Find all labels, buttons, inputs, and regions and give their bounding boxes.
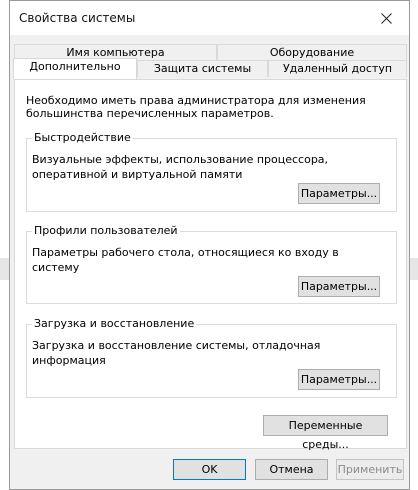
tab-system-protection[interactable]: Защита системы xyxy=(137,60,268,77)
performance-description: Визуальные эффекты, использование процес… xyxy=(32,153,329,181)
performance-title: Быстродействие xyxy=(32,131,133,145)
system-properties-dialog: Свойства системы Имя компьютера Оборудов… xyxy=(9,0,410,490)
ok-button[interactable]: OK xyxy=(173,459,246,480)
admin-notice: Необходимо иметь права администратора дл… xyxy=(26,94,366,120)
window-title: Свойства системы xyxy=(19,11,136,25)
background-window-left xyxy=(0,0,9,490)
background-window-right xyxy=(410,0,418,490)
startup-recovery-group: Загрузка и восстановление Загрузка и вос… xyxy=(26,317,397,398)
tab-advanced[interactable]: Дополнительно xyxy=(13,58,137,79)
close-button[interactable] xyxy=(363,1,409,35)
advanced-tab-panel: Необходимо иметь права администратора дл… xyxy=(14,79,407,451)
close-icon xyxy=(380,12,392,24)
background-highlight xyxy=(410,258,418,280)
performance-settings-button[interactable]: Параметры... xyxy=(298,183,380,204)
cancel-button[interactable]: Отмена xyxy=(255,459,328,480)
startup-recovery-description: Загрузка и восстановление системы, отлад… xyxy=(32,339,321,367)
background-highlight xyxy=(0,258,9,280)
user-profiles-title: Профили пользователей xyxy=(32,224,180,238)
tab-hardware[interactable]: Оборудование xyxy=(217,44,407,61)
user-profiles-settings-button[interactable]: Параметры... xyxy=(298,276,380,297)
environment-variables-button[interactable]: Переменные среды... xyxy=(263,415,388,451)
title-bar: Свойства системы xyxy=(10,1,409,35)
startup-recovery-title: Загрузка и восстановление xyxy=(32,317,197,331)
startup-recovery-settings-button[interactable]: Параметры... xyxy=(298,369,380,390)
tab-remote[interactable]: Удаленный доступ xyxy=(268,60,407,77)
performance-group: Быстродействие Визуальные эффекты, испол… xyxy=(26,131,397,212)
user-profiles-description: Параметры рабочего стола, относящиеся ко… xyxy=(32,246,339,274)
user-profiles-group: Профили пользователей Параметры рабочего… xyxy=(26,224,397,304)
apply-button[interactable]: Применить xyxy=(336,459,404,480)
